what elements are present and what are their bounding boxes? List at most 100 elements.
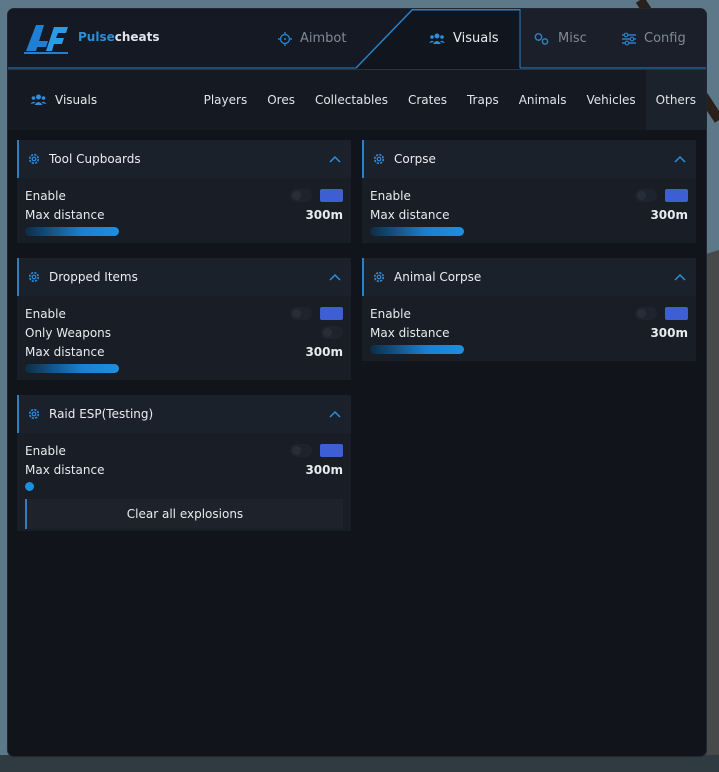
enable-row: Enable — [25, 304, 343, 323]
max-distance-row: Max distance 300m — [370, 323, 688, 342]
color-swatch[interactable] — [665, 307, 688, 320]
panel-header[interactable]: Animal Corpse — [362, 258, 696, 296]
enable-toggle[interactable] — [635, 189, 688, 202]
toggle-switch[interactable] — [290, 307, 312, 320]
panel-body: Enable Max distance 300m — [362, 296, 696, 354]
brand-part-1: Pulse — [78, 30, 115, 44]
tab-visuals[interactable]: Visuals — [429, 9, 499, 68]
chevron-up-icon[interactable] — [674, 155, 686, 163]
crosshair-icon — [278, 31, 292, 46]
panel-dropped-items: Dropped Items Enable Only Weapons Max di… — [17, 258, 351, 380]
gear-icon — [373, 271, 385, 283]
enable-label: Enable — [25, 188, 66, 203]
clear-explosions-button[interactable]: Clear all explosions — [25, 499, 343, 529]
max-distance-slider[interactable] — [25, 482, 343, 491]
enable-toggle[interactable] — [635, 307, 688, 320]
brand-part-2: cheats — [114, 30, 160, 44]
enable-label: Enable — [25, 306, 66, 321]
subtab-traps[interactable]: Traps — [457, 70, 509, 130]
brand-name: Pulsecheats — [78, 30, 160, 44]
panel-header[interactable]: Raid ESP(Testing) — [17, 395, 351, 433]
chevron-up-icon[interactable] — [329, 155, 341, 163]
max-distance-label: Max distance — [370, 325, 450, 340]
enable-label: Enable — [25, 443, 66, 458]
panel-title: Tool Cupboards — [49, 152, 141, 166]
gear-icon — [28, 408, 40, 420]
panel-raid-esp: Raid ESP(Testing) Enable Max distance 30… — [17, 395, 351, 531]
panel-title: Dropped Items — [49, 270, 138, 284]
app-window: Pulsecheats Aimbot Visuals Misc Config V… — [8, 9, 706, 756]
subtab-ores[interactable]: Ores — [257, 70, 305, 130]
color-swatch[interactable] — [320, 189, 343, 202]
color-swatch[interactable] — [665, 189, 688, 202]
enable-toggle[interactable] — [290, 189, 343, 202]
tab-misc[interactable]: Misc — [533, 9, 587, 68]
max-distance-slider[interactable] — [370, 227, 688, 236]
panel-title: Raid ESP(Testing) — [49, 407, 154, 421]
max-distance-label: Max distance — [25, 462, 105, 477]
max-distance-label: Max distance — [25, 207, 105, 222]
panel-body: Enable Only Weapons Max distance 300m — [17, 296, 351, 373]
tab-visuals-label: Visuals — [453, 31, 499, 46]
sub-navigation: Visuals Players Ores Collectables Crates… — [8, 69, 706, 130]
only-weapons-label: Only Weapons — [25, 325, 112, 340]
panel-tool-cupboards: Tool Cupboards Enable Max distance 300m — [17, 140, 351, 243]
max-distance-value: 300m — [305, 344, 343, 359]
subtab-crates[interactable]: Crates — [398, 70, 457, 130]
gears-icon — [534, 32, 549, 45]
enable-row: Enable — [370, 304, 688, 323]
panel-title: Animal Corpse — [394, 270, 482, 284]
max-distance-row: Max distance 300m — [370, 205, 688, 224]
enable-toggle[interactable] — [290, 307, 343, 320]
subnav-tabs: Players Ores Collectables Crates Traps A… — [194, 70, 706, 130]
toggle-switch[interactable] — [635, 189, 657, 202]
sliders-icon — [622, 32, 636, 45]
subnav-title: Visuals — [30, 70, 97, 130]
panel-header[interactable]: Dropped Items — [17, 258, 351, 296]
max-distance-value: 300m — [305, 207, 343, 222]
panel-body: Enable Max distance 300m — [362, 178, 696, 236]
panel-header[interactable]: Corpse — [362, 140, 696, 178]
tab-config-label: Config — [644, 31, 686, 46]
tab-aimbot-label: Aimbot — [300, 31, 347, 46]
enable-toggle[interactable] — [290, 444, 343, 457]
panel-title: Corpse — [394, 152, 436, 166]
max-distance-row: Max distance 300m — [25, 460, 343, 479]
max-distance-slider[interactable] — [25, 364, 343, 373]
toggle-switch[interactable] — [290, 444, 312, 457]
panel-body: Enable Max distance 300m — [17, 178, 351, 236]
pulse-logo-icon — [24, 25, 68, 54]
enable-row: Enable — [25, 186, 343, 205]
chevron-up-icon[interactable] — [329, 410, 341, 418]
subtab-others[interactable]: Others — [645, 70, 706, 130]
users-icon — [429, 33, 445, 44]
chevron-up-icon[interactable] — [329, 273, 341, 281]
subnav-title-label: Visuals — [55, 93, 98, 107]
panel-header[interactable]: Tool Cupboards — [17, 140, 351, 178]
subtab-vehicles[interactable]: Vehicles — [577, 70, 646, 130]
max-distance-row: Max distance 300m — [25, 205, 343, 224]
color-swatch[interactable] — [320, 307, 343, 320]
color-swatch[interactable] — [320, 444, 343, 457]
max-distance-value: 300m — [650, 325, 688, 340]
max-distance-slider[interactable] — [370, 345, 688, 354]
tab-config[interactable]: Config — [622, 9, 686, 68]
toggle-switch[interactable] — [635, 307, 657, 320]
users-icon — [30, 94, 47, 105]
top-bar: Pulsecheats Aimbot Visuals Misc Config — [8, 9, 706, 69]
subtab-collectables[interactable]: Collectables — [305, 70, 398, 130]
subtab-animals[interactable]: Animals — [509, 70, 577, 130]
max-distance-value: 300m — [650, 207, 688, 222]
max-distance-row: Max distance 300m — [25, 342, 343, 361]
chevron-up-icon[interactable] — [674, 273, 686, 281]
panel-animal-corpse: Animal Corpse Enable Max distance 300m — [362, 258, 696, 361]
toggle-switch[interactable] — [290, 189, 312, 202]
only-weapons-toggle[interactable] — [321, 326, 343, 339]
max-distance-slider[interactable] — [25, 227, 343, 236]
max-distance-value: 300m — [305, 462, 343, 477]
gear-icon — [28, 271, 40, 283]
subtab-players[interactable]: Players — [194, 70, 258, 130]
enable-row: Enable — [370, 186, 688, 205]
tab-misc-label: Misc — [558, 31, 587, 46]
tab-aimbot[interactable]: Aimbot — [278, 9, 346, 68]
